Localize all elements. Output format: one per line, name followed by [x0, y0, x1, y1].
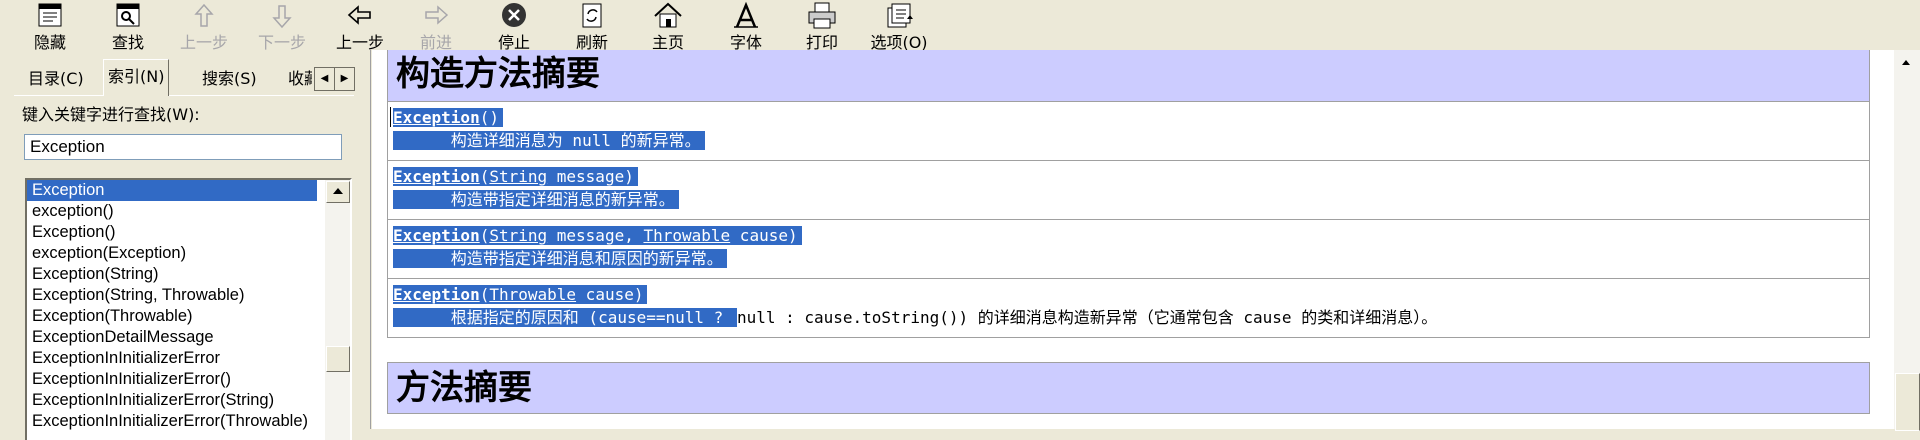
- font-button[interactable]: 字体: [724, 0, 768, 52]
- content-pane: 构造方法摘要 Exception() 构造详细消息为 null 的新异常。 Ex…: [372, 50, 1894, 429]
- constructor-link[interactable]: Exception: [393, 285, 480, 304]
- type-link[interactable]: String: [489, 226, 547, 245]
- tab-scroll-buttons: ◀ ▶: [314, 67, 355, 91]
- constructor-row: Exception(String message, Throwable caus…: [387, 220, 1870, 279]
- hide-icon: [38, 3, 62, 27]
- refresh-icon: [582, 3, 602, 28]
- constructor-link[interactable]: Exception: [393, 226, 480, 245]
- index-list[interactable]: Exception exception() Exception() exception…: [25, 178, 352, 440]
- index-list-item[interactable]: ExceptionInInitializerError(): [27, 369, 317, 390]
- toolbar: 隐藏 查找 上一步 下一步 上一步 前进 停止 刷新 主页 字体 打印 选项(O…: [0, 0, 1920, 52]
- scroll-thumb[interactable]: [1895, 373, 1920, 431]
- type-link[interactable]: Throwable: [489, 285, 576, 304]
- tab-divider: [14, 95, 354, 96]
- forward-icon: [425, 5, 449, 25]
- refresh-button[interactable]: 刷新: [570, 0, 614, 52]
- font-icon: [734, 1, 758, 28]
- keyword-input[interactable]: Exception: [24, 134, 342, 160]
- content-scrollbar[interactable]: [1894, 50, 1920, 431]
- tab-index[interactable]: 索引(N): [103, 59, 170, 96]
- stop-button[interactable]: 停止: [492, 0, 536, 52]
- tab-scroll-right-button[interactable]: ▶: [334, 67, 355, 91]
- up-arrow-icon: [194, 3, 214, 27]
- previous-topic-button[interactable]: 上一步: [176, 0, 232, 52]
- index-list-item[interactable]: Exception(Throwable): [27, 306, 317, 327]
- keyword-label: 键入关键字进行查找(W):: [22, 105, 200, 124]
- home-button[interactable]: 主页: [646, 0, 690, 52]
- print-icon: [808, 2, 836, 29]
- find-icon: [116, 3, 140, 27]
- tab-contents[interactable]: 目录(C): [24, 64, 88, 94]
- index-list-item[interactable]: ExceptionDetailMessage: [27, 327, 317, 348]
- index-list-item[interactable]: Exception(String): [27, 264, 317, 285]
- back-icon: [347, 5, 371, 25]
- constructor-row: Exception(Throwable cause) 根据指定的原因和 (cau…: [387, 279, 1870, 338]
- options-button[interactable]: 选项(O): [866, 0, 932, 52]
- stop-icon: [502, 3, 526, 27]
- hide-button[interactable]: 隐藏: [28, 0, 72, 52]
- constructor-link[interactable]: Exception: [393, 167, 480, 186]
- constructor-row: Exception() 构造详细消息为 null 的新异常。: [387, 102, 1870, 161]
- type-link[interactable]: String: [489, 167, 547, 186]
- constructor-description-rest: null : cause.toString()) 的详细消息构造新异常（它通常包…: [736, 308, 1438, 327]
- index-list-item[interactable]: exception(): [27, 201, 317, 222]
- pane-splitter[interactable]: [362, 50, 371, 429]
- constructor-row: Exception(String message) 构造带指定详细消息的新异常。: [387, 161, 1870, 220]
- tab-favorites[interactable]: 收藏: [284, 64, 312, 94]
- constructor-description-selected: 根据指定的原因和 (cause==null ?: [450, 308, 733, 327]
- text-cursor: [390, 107, 391, 127]
- navigation-pane: 目录(C) 索引(N) 搜索(S) 收藏 ◀ ▶ 键入关键字进行查找(W): E…: [0, 50, 362, 440]
- next-topic-button[interactable]: 下一步: [254, 0, 310, 52]
- index-list-item[interactable]: Exception: [27, 180, 317, 201]
- index-list-scrollbar[interactable]: [325, 180, 350, 440]
- constructor-description: 构造带指定详细消息和原因的新异常。: [450, 249, 723, 268]
- method-summary-heading: 方法摘要: [387, 362, 1870, 414]
- constructor-description: 构造带指定详细消息的新异常。: [450, 190, 675, 209]
- home-icon: [654, 2, 682, 28]
- forward-button[interactable]: 前进: [414, 0, 458, 52]
- type-link[interactable]: Throwable: [643, 226, 730, 245]
- tab-search[interactable]: 搜索(S): [198, 64, 261, 94]
- index-list-item[interactable]: exception(Exception): [27, 243, 317, 264]
- find-button[interactable]: 查找: [106, 0, 150, 52]
- tab-scroll-left-button[interactable]: ◀: [314, 67, 335, 91]
- constructor-link[interactable]: Exception: [393, 108, 480, 127]
- constructor-description: 构造详细消息为 null 的新异常。: [450, 131, 701, 150]
- scroll-up-button[interactable]: [326, 181, 350, 203]
- index-list-item[interactable]: Exception(): [27, 222, 317, 243]
- index-items: Exception exception() Exception() exception…: [27, 180, 350, 432]
- constructor-summary-heading: 构造方法摘要: [387, 50, 1870, 102]
- index-list-item[interactable]: Exception(String, Throwable): [27, 285, 317, 306]
- back-button[interactable]: 上一步: [332, 0, 388, 52]
- options-icon: [887, 3, 913, 28]
- down-arrow-icon: [272, 5, 292, 29]
- print-button[interactable]: 打印: [800, 0, 844, 52]
- scroll-thumb[interactable]: [326, 346, 350, 372]
- scroll-up-button[interactable]: [1895, 52, 1918, 72]
- index-list-item[interactable]: ExceptionInInitializerError: [27, 348, 317, 369]
- index-list-item[interactable]: ExceptionInInitializerError(String): [27, 390, 317, 411]
